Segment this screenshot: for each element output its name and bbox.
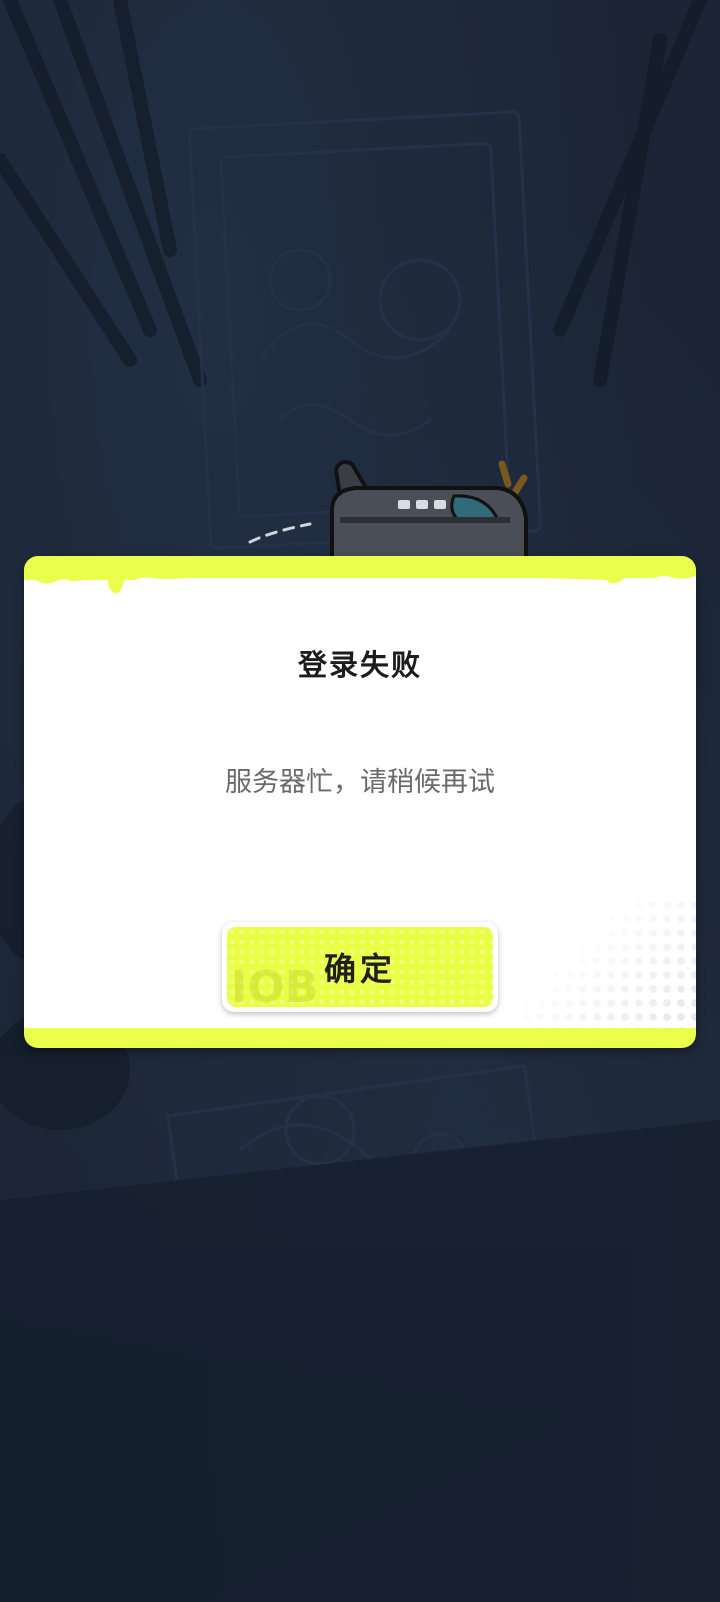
confirm-button-label: 确定	[323, 950, 396, 988]
halftone-decoration	[506, 898, 696, 1028]
dialog-body: 登录失败 服务器忙，请稍候再试 IOB 确定	[24, 576, 696, 1028]
button-watermark: IOB	[231, 962, 319, 1007]
confirm-button[interactable]: IOB 确定	[222, 922, 498, 1012]
airplane-icon	[248, 460, 528, 566]
confirm-button-face[interactable]: IOB 确定	[227, 927, 493, 1007]
slime-drip-decoration	[24, 570, 696, 594]
login-failed-dialog: 登录失败 服务器忙，请稍候再试 IOB 确定	[24, 556, 696, 1048]
dialog-message: 服务器忙，请稍候再试	[225, 767, 495, 798]
dialog-title: 登录失败	[297, 648, 422, 682]
app-screen: 登录失败 服务器忙，请稍候再试 IOB 确定	[0, 0, 720, 1602]
